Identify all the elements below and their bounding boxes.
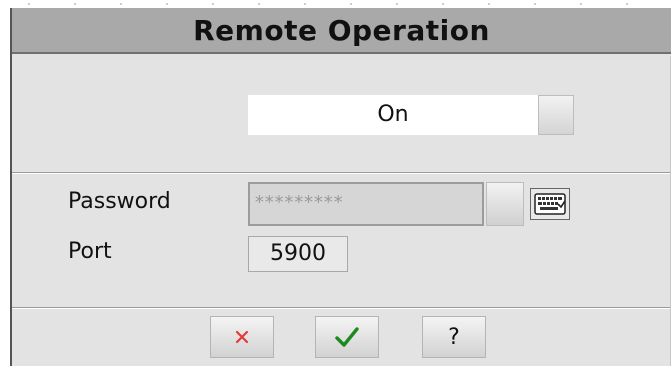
- check-icon: [335, 327, 359, 347]
- ok-button[interactable]: [315, 316, 379, 358]
- keyboard-icon: [534, 193, 566, 215]
- keyboard-button[interactable]: [530, 188, 570, 220]
- cancel-button[interactable]: [210, 316, 274, 358]
- top-dotted-border: [0, 0, 671, 8]
- remote-operation-dialog: Remote Operation On Password ********* P…: [10, 8, 671, 366]
- remote-operation-value: On: [377, 102, 409, 127]
- port-field[interactable]: 5900: [248, 236, 348, 272]
- remote-operation-toggle[interactable]: On: [248, 95, 574, 135]
- close-icon: [235, 330, 249, 344]
- remote-operation-toggle-button[interactable]: [538, 95, 574, 135]
- password-label: Password: [68, 189, 171, 214]
- password-field[interactable]: *********: [248, 182, 484, 226]
- dialog-title: Remote Operation: [12, 8, 671, 54]
- button-bar-divider: [12, 307, 671, 309]
- port-label: Port: [68, 239, 112, 264]
- help-button-label: ?: [448, 324, 460, 350]
- password-edit-button[interactable]: [486, 182, 524, 226]
- section-divider: [12, 172, 671, 174]
- help-button[interactable]: ?: [422, 316, 486, 358]
